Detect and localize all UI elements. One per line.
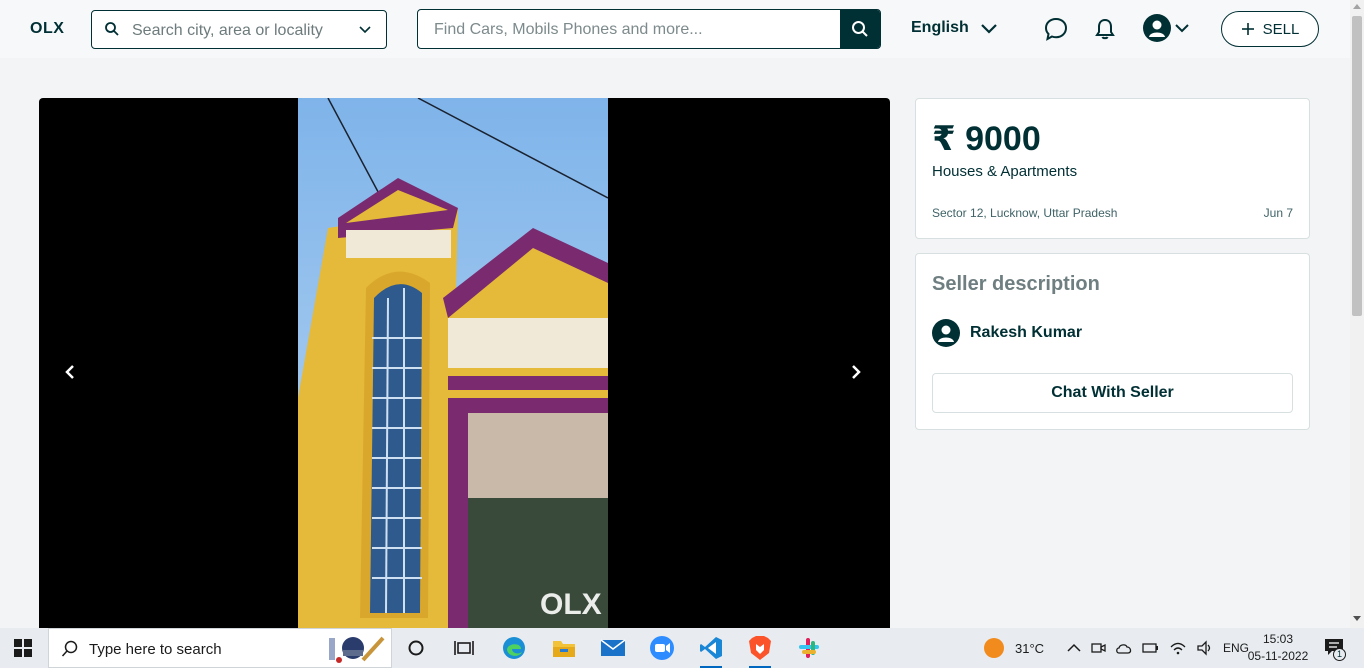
zoom-icon — [650, 636, 674, 660]
taskbar-vscode[interactable] — [696, 634, 726, 668]
chevron-down-icon[interactable] — [358, 23, 372, 37]
taskbar-search-box[interactable]: Type here to search — [48, 628, 392, 668]
bell-icon[interactable] — [1092, 16, 1118, 42]
language-selector[interactable]: English — [911, 19, 997, 37]
sun-icon — [984, 638, 1004, 658]
listing-date: Jun 7 — [1263, 206, 1293, 220]
seller-card: Seller description Rakesh Kumar Chat Wit… — [915, 253, 1310, 430]
search-placeholder: Find Cars, Mobils Phones and more... — [434, 21, 703, 38]
task-view-icon — [454, 641, 474, 655]
seller-title: Seller description — [932, 273, 1100, 295]
taskbar-brave[interactable] — [745, 634, 775, 668]
taskbar-file-explorer[interactable] — [549, 634, 579, 662]
search-icon — [105, 22, 119, 36]
windows-logo-tile — [14, 649, 22, 657]
taskbar-zoom[interactable] — [647, 634, 677, 662]
chevron-left-icon — [65, 365, 74, 379]
profile-menu[interactable] — [1143, 14, 1189, 42]
clock-time: 15:03 — [1262, 632, 1294, 646]
taskbar-task-view[interactable] — [449, 634, 479, 662]
house-photo — [298, 98, 608, 628]
top-header: OLX Search city, area or locality Find C… — [0, 0, 1350, 58]
scroll-down-arrow[interactable] — [1353, 616, 1361, 621]
edge-icon — [503, 637, 525, 659]
chevron-down-icon — [1175, 24, 1189, 33]
user-icon — [1149, 20, 1165, 37]
weather-widget[interactable]: 31°C — [983, 628, 1044, 668]
chevron-right-icon — [852, 365, 861, 379]
notification-center-button[interactable]: 1 — [1324, 638, 1350, 661]
taskbar-mail[interactable] — [598, 634, 628, 662]
taskbar-clock[interactable]: 15:03 05-11-2022 — [1244, 631, 1312, 665]
folder-icon — [553, 641, 575, 657]
cricket-doodle-icon — [329, 636, 385, 663]
taskbar-search-text: Type here to search — [89, 641, 222, 658]
chevron-up-icon[interactable] — [1067, 643, 1081, 653]
chat-icon[interactable] — [1043, 16, 1069, 42]
windows-logo-tile — [14, 639, 22, 647]
onedrive-icon[interactable] — [1115, 641, 1133, 655]
windows-taskbar: Type here to search 31°C ENG 15:03 05-11… — [0, 628, 1364, 668]
notification-badge: 1 — [1333, 648, 1346, 661]
battery-icon[interactable] — [1142, 641, 1160, 655]
cortana-icon — [408, 640, 424, 656]
listing-location: Sector 12, Lucknow, Uttar Pradesh — [932, 206, 1118, 220]
next-image-button[interactable] — [844, 360, 868, 384]
prev-image-button[interactable] — [58, 360, 82, 384]
vscode-icon — [700, 637, 722, 659]
search-icon — [852, 21, 868, 37]
system-tray[interactable]: ENG — [1067, 628, 1249, 668]
search-button[interactable] — [840, 10, 880, 48]
location-search-input[interactable]: Search city, area or locality — [91, 10, 387, 49]
clock-date: 05-11-2022 — [1247, 649, 1309, 663]
seller-name: Rakesh Kumar — [970, 324, 1083, 341]
user-icon — [938, 325, 954, 342]
listing-category: Houses & Apartments — [932, 163, 1078, 180]
main-search-input[interactable]: Find Cars, Mobils Phones and more... — [417, 9, 881, 49]
slack-icon — [799, 638, 819, 658]
camera-meet-icon[interactable] — [1090, 640, 1106, 656]
chat-with-seller-button[interactable]: Chat With Seller — [932, 373, 1293, 413]
language-label: English — [911, 19, 969, 36]
volume-icon[interactable] — [1196, 640, 1214, 656]
windows-start-button[interactable] — [14, 639, 32, 657]
windows-logo-tile — [24, 639, 32, 647]
avatar — [932, 319, 960, 347]
page-scrollbar[interactable] — [1350, 0, 1364, 628]
listing-price: ₹ 9000 — [932, 120, 1041, 158]
search-icon — [61, 640, 78, 657]
brave-icon — [749, 636, 771, 660]
plus-icon — [1241, 23, 1254, 35]
olx-logo[interactable]: OLX — [30, 20, 64, 38]
scroll-up-arrow[interactable] — [1353, 4, 1361, 9]
image-gallery: OLX — [39, 98, 890, 628]
seller-profile[interactable]: Rakesh Kumar — [932, 319, 1082, 347]
avatar — [1143, 14, 1171, 42]
olx-watermark: OLX — [540, 588, 602, 621]
mail-icon — [600, 639, 626, 656]
location-placeholder: Search city, area or locality — [132, 22, 323, 39]
windows-logo-tile — [24, 649, 32, 657]
chevron-down-icon — [981, 24, 997, 34]
sell-label: SELL — [1262, 20, 1300, 38]
listing-photo[interactable]: OLX — [298, 98, 608, 628]
taskbar-edge[interactable] — [499, 634, 529, 662]
taskbar-slack[interactable] — [794, 634, 824, 662]
wifi-icon[interactable] — [1169, 641, 1187, 655]
price-card: ₹ 9000 Houses & Apartments Sector 12, Lu… — [915, 98, 1310, 239]
temperature: 31°C — [1015, 640, 1045, 656]
task-view-button[interactable] — [401, 634, 431, 662]
scroll-thumb[interactable] — [1352, 16, 1362, 316]
sell-button[interactable]: SELL — [1221, 11, 1319, 47]
